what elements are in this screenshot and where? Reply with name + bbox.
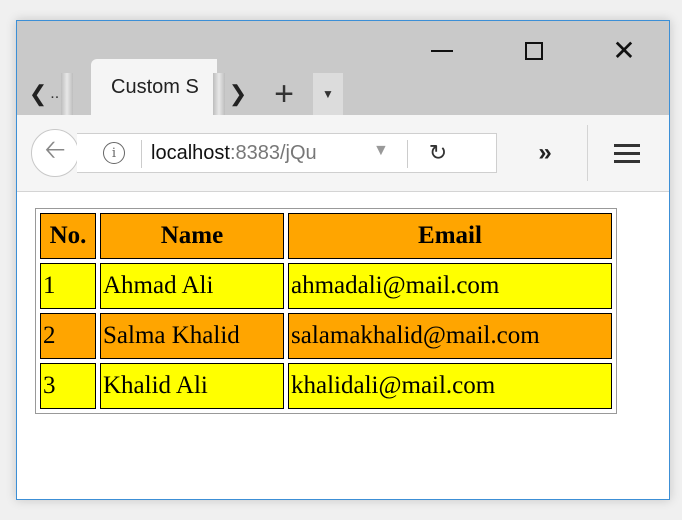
plus-icon: + <box>274 74 294 113</box>
table-header-row: No. Name Email <box>40 213 612 259</box>
toolbar-overflow-button[interactable]: » <box>525 133 565 173</box>
toolbar-divider <box>587 125 588 181</box>
page-content: No. Name Email 1 Ahmad Ali ahmadali@mail… <box>17 192 669 499</box>
dropdown-caret-icon: ▼ <box>322 87 334 101</box>
close-button[interactable]: ✕ <box>579 21 669 81</box>
cell-name: Ahmad Ali <box>100 263 284 309</box>
header-no: No. <box>40 213 96 259</box>
back-button[interactable]: 🡠 <box>31 129 79 177</box>
table-row: 1 Ahmad Ali ahmadali@mail.com <box>40 263 612 309</box>
reload-icon: ↻ <box>428 140 448 165</box>
back-arrow-icon: 🡠 <box>44 134 66 164</box>
url-host: localhost <box>151 142 230 164</box>
url-divider <box>407 140 408 168</box>
maximize-icon <box>525 42 543 60</box>
navigation-toolbar: 🡠 i localhost:8383/jQu ▼ ↻ » <box>17 115 669 192</box>
url-text[interactable]: localhost:8383/jQu <box>151 142 359 165</box>
tab-scroll-right-button[interactable]: ❯ <box>223 73 253 115</box>
minimize-icon <box>431 50 453 52</box>
new-tab-button[interactable]: + <box>267 73 301 115</box>
chevron-left-icon: ❮ <box>28 81 48 106</box>
tab-fade-divider <box>61 73 73 115</box>
double-chevron-icon: » <box>538 139 552 166</box>
cell-no: 1 <box>40 263 96 309</box>
url-history-dropdown-icon[interactable]: ▼ <box>373 142 389 160</box>
tab-scroll-left-button[interactable]: ❮ .. <box>27 73 61 115</box>
hamburger-menu-icon[interactable] <box>607 133 647 173</box>
cell-email: salamakhalid@mail.com <box>288 313 612 359</box>
close-icon: ✕ <box>612 35 636 66</box>
tab-scroll-label: .. <box>50 85 60 102</box>
tab-title: Custom S <box>111 75 199 98</box>
cell-no: 3 <box>40 363 96 409</box>
cell-name: Khalid Ali <box>100 363 284 409</box>
maximize-button[interactable] <box>489 21 579 81</box>
minimize-button[interactable] <box>397 21 487 81</box>
data-table: No. Name Email 1 Ahmad Ali ahmadali@mail… <box>35 208 617 414</box>
address-bar[interactable]: i localhost:8383/jQu ▼ ↻ <box>77 133 497 173</box>
info-icon[interactable]: i <box>103 142 125 164</box>
table-row: 3 Khalid Ali khalidali@mail.com <box>40 363 612 409</box>
cell-email: ahmadali@mail.com <box>288 263 612 309</box>
cell-no: 2 <box>40 313 96 359</box>
chevron-right-icon: ❯ <box>228 81 248 106</box>
header-name: Name <box>100 213 284 259</box>
table-row: 2 Salma Khalid salamakhalid@mail.com <box>40 313 612 359</box>
browser-window: ❮ .. Custom S ❯ + ▼ ✕ 🡠 i localhost:8383… <box>16 20 670 500</box>
cell-email: khalidali@mail.com <box>288 363 612 409</box>
cell-name: Salma Khalid <box>100 313 284 359</box>
tab-active[interactable]: Custom S <box>91 59 217 115</box>
header-email: Email <box>288 213 612 259</box>
tab-list-dropdown-button[interactable]: ▼ <box>313 73 343 115</box>
url-divider <box>141 140 142 168</box>
tab-strip: ❮ .. Custom S ❯ + ▼ ✕ <box>17 21 669 115</box>
url-path: :8383/jQu <box>229 142 317 164</box>
reload-button[interactable]: ↻ <box>423 138 453 168</box>
